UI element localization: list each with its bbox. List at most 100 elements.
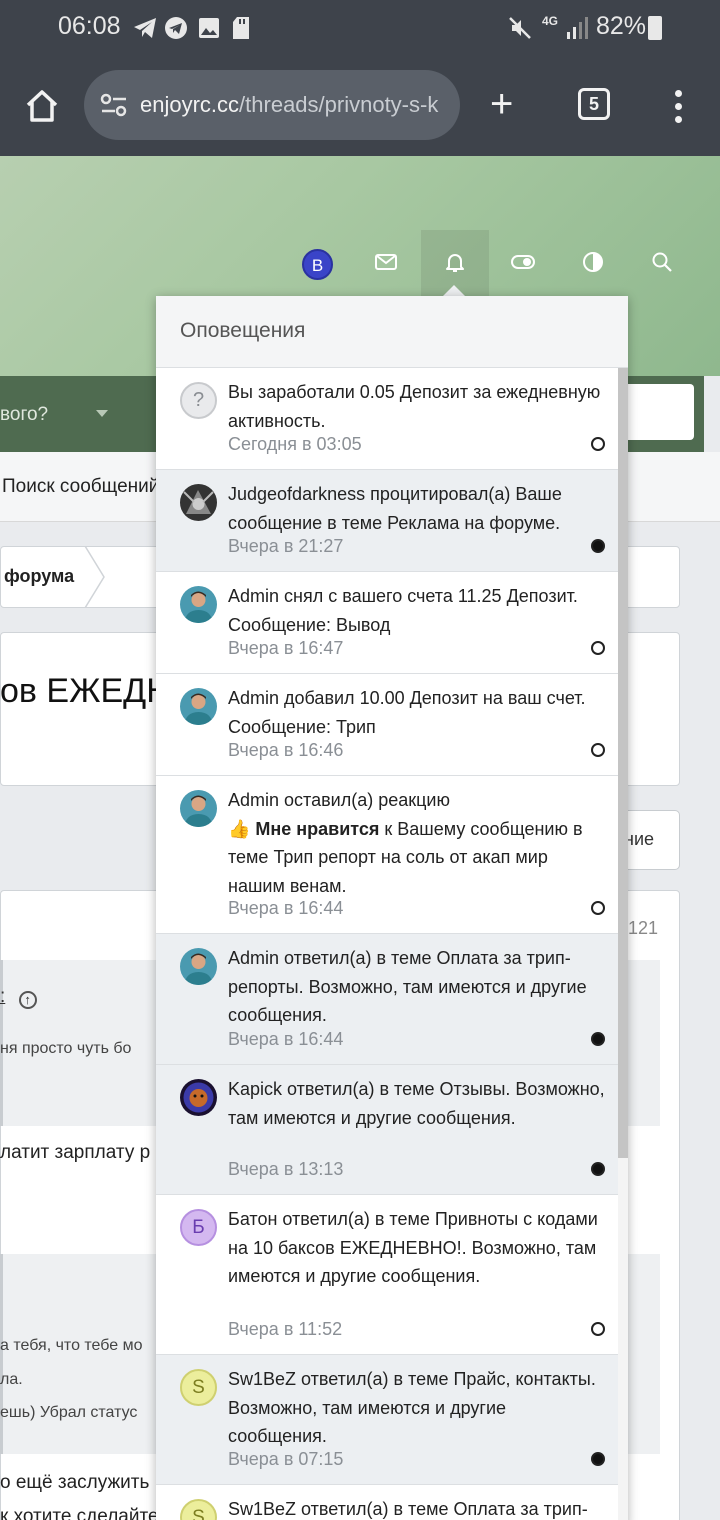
notification-time: Вчера в 16:46 bbox=[228, 740, 344, 760]
notification-item[interactable]: Admin добавил 10.00 Депозит на ваш счет.… bbox=[156, 674, 618, 776]
arrow-up-icon[interactable]: ↑ bbox=[18, 991, 37, 1009]
quote-text: ла. bbox=[0, 1371, 23, 1388]
user-avatar[interactable]: B bbox=[302, 249, 333, 280]
notification-text[interactable]: Sw1BeZ ответил(а) в теме Оплата за трип- bbox=[228, 1495, 608, 1520]
notification-item[interactable]: Judgeofdarkness процитировал(а) Ваше соо… bbox=[156, 470, 618, 572]
reaction-label: Мне нравится bbox=[255, 818, 380, 839]
quote-author[interactable]: : ↑ bbox=[0, 986, 37, 1009]
thread-action-label: ние bbox=[624, 829, 655, 849]
breadcrumb-item[interactable]: форума bbox=[4, 566, 74, 587]
notification-text[interactable]: Sw1BeZ ответил(а) в теме Прайс, контакты… bbox=[228, 1365, 608, 1451]
status-bar: 06:08 4G 82% bbox=[0, 0, 720, 56]
post-text: о ещё заслужить bbox=[0, 1472, 150, 1493]
admin-avatar[interactable] bbox=[180, 688, 217, 725]
admin-avatar[interactable] bbox=[180, 790, 217, 827]
mark-read-toggle[interactable] bbox=[591, 1032, 605, 1046]
mark-unread-toggle[interactable] bbox=[591, 1322, 605, 1336]
home-icon[interactable] bbox=[22, 86, 62, 126]
notification-time: Вчера в 21:27 bbox=[228, 536, 344, 556]
alerts-scrollbar[interactable] bbox=[618, 368, 628, 1158]
alerts-header: Оповещения bbox=[156, 296, 628, 368]
signal-icon bbox=[567, 17, 588, 39]
subnav-search-posts[interactable]: Поиск сообщений bbox=[2, 476, 159, 498]
notification-item[interactable]: S Sw1BeZ ответил(а) в теме Оплата за трип… bbox=[156, 1485, 618, 1520]
quote-text: ешь) Убрал статус bbox=[0, 1404, 138, 1421]
notification-text[interactable]: Admin оставил(а) реакцию 👍 Мне нравится к… bbox=[228, 786, 608, 900]
mail-icon[interactable] bbox=[374, 250, 398, 274]
notification-text[interactable]: Admin снял с вашего счета 11.25 Депозит.… bbox=[228, 582, 608, 639]
notification-text[interactable]: Judgeofdarkness процитировал(а) Ваше соо… bbox=[228, 480, 608, 537]
4g-icon: 4G bbox=[542, 14, 559, 28]
mark-unread-toggle[interactable] bbox=[591, 437, 605, 451]
notification-item[interactable]: S Sw1BeZ ответил(а) в теме Прайс, контакт… bbox=[156, 1355, 618, 1485]
notification-text[interactable]: Admin добавил 10.00 Депозит на ваш счет.… bbox=[228, 684, 608, 741]
notification-avatar[interactable]: S bbox=[180, 1369, 217, 1406]
bell-icon[interactable] bbox=[443, 250, 467, 274]
telegram-icon bbox=[165, 17, 187, 39]
contrast-icon[interactable] bbox=[581, 250, 605, 274]
notification-text[interactable]: Батон ответил(а) в теме Привноты с кодам… bbox=[228, 1205, 608, 1291]
url-domain: enjoyrc.cc bbox=[140, 92, 240, 117]
toggle-icon[interactable] bbox=[511, 250, 535, 274]
admin-avatar[interactable] bbox=[180, 586, 217, 623]
telegram-icon bbox=[134, 18, 156, 38]
more-menu-icon[interactable] bbox=[668, 86, 688, 126]
url-path: /threads/privnoty-s-k bbox=[239, 92, 439, 117]
status-time: 06:08 bbox=[58, 12, 121, 40]
nav-search-box[interactable] bbox=[620, 384, 694, 440]
nav-item-whats-new[interactable]: вого? bbox=[0, 404, 48, 426]
notification-text[interactable]: Kapick ответил(а) в теме Отзывы. Возможн… bbox=[228, 1075, 608, 1132]
notification-time: Вчера в 16:44 bbox=[228, 898, 344, 918]
notification-avatar[interactable]: ? bbox=[180, 382, 217, 419]
tab-count-button[interactable]: 5 bbox=[578, 88, 610, 120]
thread-title: ов ЕЖЕДН bbox=[0, 672, 171, 710]
notification-text-part: Admin оставил(а) реакцию bbox=[228, 790, 450, 810]
lion-avatar[interactable] bbox=[180, 1079, 217, 1116]
url-text: enjoyrc.cc/threads/privnoty-s-k bbox=[140, 92, 438, 118]
notification-time: Вчера в 16:44 bbox=[228, 1029, 344, 1049]
notification-time: Сегодня в 03:05 bbox=[228, 434, 362, 454]
post-text: к хотите сделайте bbox=[0, 1506, 159, 1520]
mark-read-toggle[interactable] bbox=[591, 1162, 605, 1176]
notification-time: Вчера в 13:13 bbox=[228, 1159, 344, 1179]
breadcrumb-separator bbox=[84, 546, 105, 608]
new-tab-button[interactable]: + bbox=[490, 84, 513, 124]
browser-toolbar: enjoyrc.cc/threads/privnoty-s-k + 5 bbox=[0, 56, 720, 156]
battery-percent: 82% bbox=[596, 12, 647, 40]
notification-time: Вчера в 16:47 bbox=[228, 638, 344, 658]
notification-item[interactable]: Kapick ответил(а) в теме Отзывы. Возможн… bbox=[156, 1065, 618, 1195]
post-number[interactable]: 121 bbox=[628, 918, 658, 939]
notification-text[interactable]: Admin ответил(а) в теме Оплата за трип-р… bbox=[228, 944, 608, 1030]
notification-item[interactable]: ? Вы заработали 0.05 Депозит за ежедневну… bbox=[156, 368, 618, 470]
admin-avatar[interactable] bbox=[180, 948, 217, 985]
notification-avatar[interactable]: Б bbox=[180, 1209, 217, 1246]
battery-icon bbox=[648, 16, 662, 40]
image-icon bbox=[199, 18, 219, 38]
sd-card-icon bbox=[233, 17, 249, 39]
mark-read-toggle[interactable] bbox=[591, 1452, 605, 1466]
url-field[interactable]: enjoyrc.cc/threads/privnoty-s-k bbox=[84, 70, 460, 140]
notification-item[interactable]: Admin оставил(а) реакцию 👍 Мне нравится к… bbox=[156, 776, 618, 934]
notification-time: Вчера в 11:52 bbox=[228, 1319, 343, 1339]
judge-avatar[interactable] bbox=[180, 484, 217, 521]
chevron-down-icon bbox=[96, 410, 108, 417]
notification-item[interactable]: Б Батон ответил(а) в теме Привноты с кода… bbox=[156, 1195, 618, 1355]
notification-avatar[interactable]: S bbox=[180, 1499, 217, 1520]
quote-text: а тебя, что тебе мо bbox=[0, 1337, 143, 1354]
site-settings-icon[interactable] bbox=[100, 92, 128, 118]
quote-text: ня просто чуть бо bbox=[0, 1040, 132, 1057]
alerts-popup: Оповещения ? Вы заработали 0.05 Депозит з… bbox=[156, 296, 628, 1520]
thumbs-up-icon: 👍 bbox=[228, 818, 256, 839]
mark-unread-toggle[interactable] bbox=[591, 743, 605, 757]
mark-unread-toggle[interactable] bbox=[591, 641, 605, 655]
alerts-title: Оповещения bbox=[180, 319, 306, 342]
notification-text[interactable]: Вы заработали 0.05 Депозит за ежедневную… bbox=[228, 378, 608, 435]
mark-unread-toggle[interactable] bbox=[591, 901, 605, 915]
notification-item[interactable]: Admin ответил(а) в теме Оплата за трип-р… bbox=[156, 934, 618, 1065]
mute-icon bbox=[509, 17, 531, 39]
search-icon[interactable] bbox=[650, 250, 674, 274]
post-text: латит зарплату р bbox=[0, 1142, 151, 1163]
mark-read-toggle[interactable] bbox=[591, 539, 605, 553]
notification-item[interactable]: Admin снял с вашего счета 11.25 Депозит.… bbox=[156, 572, 618, 674]
notification-time: Вчера в 07:15 bbox=[228, 1449, 344, 1469]
